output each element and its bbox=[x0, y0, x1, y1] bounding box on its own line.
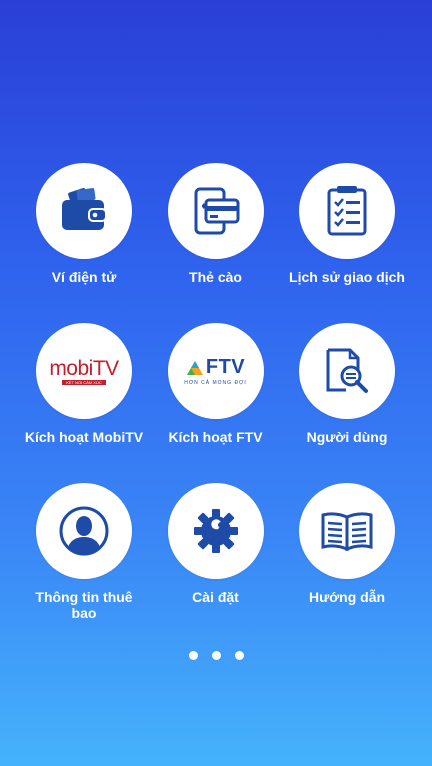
menu-label-user: Người dùng bbox=[306, 429, 388, 445]
guide-tile-circle bbox=[299, 483, 395, 579]
menu-item-settings[interactable]: Cài đặt bbox=[167, 483, 264, 637]
ftv-logo: FTV HƠN CẢ MONG ĐỢI bbox=[184, 356, 246, 386]
mobitv-logo-tagline: KẾT NỐI CẢM XÚC bbox=[62, 379, 106, 385]
mobitv-logo-word: mobiTV bbox=[49, 356, 119, 380]
ftv-logo-word: FTV bbox=[205, 356, 246, 378]
wallet-tile-circle bbox=[36, 163, 132, 259]
user-profile-icon bbox=[59, 506, 109, 556]
page-indicator bbox=[0, 651, 432, 660]
ftv-tile-circle: FTV HƠN CẢ MONG ĐỢI bbox=[167, 323, 264, 419]
menu-label-subscriber-info: Thông tin thuê bao bbox=[35, 589, 133, 621]
menu-label-activate-mobitv: Kích hoạt MobiTV bbox=[24, 429, 144, 445]
menu-row-3: Thông tin thuê bao Cài đặt Hướng dẫn bbox=[0, 483, 432, 637]
menu-row-1: Ví điện tử Thẻ cào Lịch sử giao dịch bbox=[0, 163, 432, 317]
checklist-icon bbox=[327, 186, 367, 236]
menu-label-wallet: Ví điện tử bbox=[51, 269, 117, 285]
menu-row-2: mobiTV KẾT NỐI CẢM XÚC Kích hoạt MobiTV … bbox=[0, 323, 432, 477]
transaction-history-tile-circle bbox=[299, 163, 395, 259]
settings-tile-circle bbox=[167, 483, 264, 579]
menu-item-guide[interactable]: Hướng dẫn bbox=[299, 483, 395, 637]
page-dot-1[interactable] bbox=[188, 651, 198, 660]
menu-item-scratch-card[interactable]: Thẻ cào bbox=[167, 163, 264, 317]
gear-wrench-icon bbox=[193, 509, 238, 553]
page-dot-2[interactable] bbox=[211, 651, 221, 660]
scratch-card-icon bbox=[194, 187, 239, 235]
mobitv-logo: mobiTV KẾT NỐI CẢM XÚC bbox=[49, 356, 119, 385]
scratch-card-tile-circle bbox=[167, 163, 264, 259]
menu-item-activate-ftv[interactable]: FTV HƠN CẢ MONG ĐỢI Kích hoạt FTV bbox=[167, 323, 264, 477]
menu-label-activate-ftv: Kích hoạt FTV bbox=[168, 429, 263, 445]
menu-label-scratch-card: Thẻ cào bbox=[189, 269, 242, 285]
menu-item-subscriber-info[interactable]: Thông tin thuê bao bbox=[35, 483, 133, 637]
open-book-icon bbox=[321, 512, 373, 552]
menu-item-activate-mobitv[interactable]: mobiTV KẾT NỐI CẢM XÚC Kích hoạt MobiTV bbox=[25, 323, 143, 477]
menu-label-guide: Hướng dẫn bbox=[308, 589, 386, 605]
document-search-icon bbox=[326, 348, 368, 393]
menu-label-settings: Cài đặt bbox=[192, 589, 239, 605]
ftv-logo-mark bbox=[186, 360, 203, 375]
menu-item-user[interactable]: Người dùng bbox=[299, 323, 395, 477]
menu-item-transaction-history[interactable]: Lịch sử giao dịch bbox=[289, 163, 405, 317]
ftv-logo-tagline: HƠN CẢ MONG ĐỢI bbox=[184, 380, 247, 386]
mobitv-tile-circle: mobiTV KẾT NỐI CẢM XÚC bbox=[36, 323, 132, 419]
wallet-icon bbox=[62, 188, 107, 230]
menu-item-wallet[interactable]: Ví điện tử bbox=[36, 163, 132, 317]
subscriber-info-tile-circle bbox=[36, 483, 132, 579]
menu-label-transaction-history: Lịch sử giao dịch bbox=[289, 269, 405, 285]
menu-grid: Ví điện tử Thẻ cào Lịch sử giao dịch mob… bbox=[0, 163, 432, 637]
page-dot-3[interactable] bbox=[234, 651, 244, 660]
user-tile-circle bbox=[299, 323, 395, 419]
